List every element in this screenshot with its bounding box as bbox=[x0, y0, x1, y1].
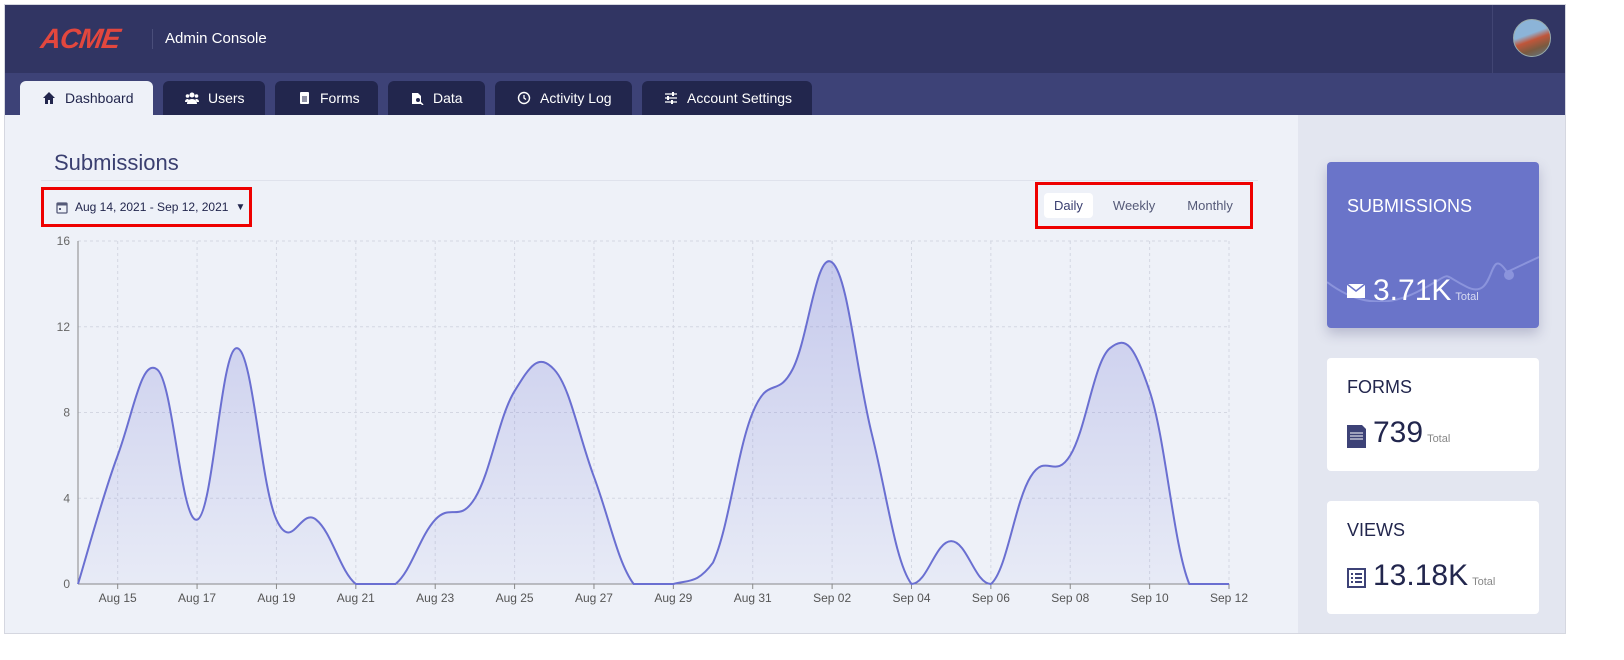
tab-label: Data bbox=[433, 90, 463, 106]
tab-label: Users bbox=[208, 90, 245, 106]
acme-logo[interactable]: ACME bbox=[39, 23, 122, 55]
card-title: SUBMISSIONS bbox=[1347, 196, 1473, 216]
submissions-chart: 0 4 8 12 16 Aug 15 Aug 17 Aug 19 Aug 21 Aug 23 Aug… bbox=[57, 234, 1249, 605]
tab-users[interactable]: Users bbox=[163, 81, 265, 115]
top-bar: ACME Admin Console bbox=[5, 5, 1565, 73]
tab-account-settings[interactable]: Account Settings bbox=[642, 81, 812, 115]
series-area bbox=[78, 261, 1229, 584]
x-tick-label: Aug 29 bbox=[654, 591, 692, 605]
tab-label: Forms bbox=[320, 90, 360, 106]
tab-bar: Dashboard Users Forms Data Activity Log … bbox=[5, 73, 1565, 115]
views-card[interactable]: VIEWS 13.18K Total bbox=[1327, 501, 1539, 614]
x-tick-label: Aug 27 bbox=[575, 591, 613, 605]
divider bbox=[152, 29, 153, 49]
date-range-value: Aug 14, 2021 - Sep 12, 2021 bbox=[75, 200, 229, 214]
calendar-icon bbox=[56, 201, 68, 214]
card-value: 13.18K bbox=[1373, 559, 1469, 592]
x-tick-label: Aug 15 bbox=[99, 591, 137, 605]
card-value: 739 bbox=[1373, 416, 1424, 449]
page-title: Submissions bbox=[54, 150, 179, 175]
tab-label: Account Settings bbox=[687, 90, 793, 106]
tab-dashboard[interactable]: Dashboard bbox=[20, 81, 153, 115]
app-window: ACME Admin Console Dashboard Users Forms… bbox=[4, 4, 1566, 634]
submissions-card[interactable]: SUBMISSIONS 3.71K Total bbox=[1327, 162, 1539, 328]
period-daily-button[interactable]: Daily bbox=[1044, 193, 1093, 218]
period-toggle: Daily Weekly Monthly bbox=[1035, 182, 1253, 229]
x-tick-label: Aug 23 bbox=[416, 591, 454, 605]
stats-sidebar: SUBMISSIONS 3.71K Total FORMS 739 Total VI… bbox=[1298, 115, 1565, 633]
card-suffix: Total bbox=[1472, 576, 1496, 588]
tab-data[interactable]: Data bbox=[388, 81, 485, 115]
document-icon bbox=[1347, 425, 1366, 448]
data-icon bbox=[412, 93, 424, 105]
app-title: Admin Console bbox=[165, 30, 267, 47]
card-suffix: Total bbox=[1427, 433, 1451, 445]
sliders-icon bbox=[665, 92, 677, 104]
period-weekly-button[interactable]: Weekly bbox=[1103, 193, 1165, 218]
x-tick-label: Sep 12 bbox=[1210, 591, 1248, 605]
avatar[interactable] bbox=[1513, 19, 1551, 57]
users-icon bbox=[185, 92, 199, 104]
forms-icon bbox=[300, 92, 309, 104]
y-tick-label: 16 bbox=[57, 234, 71, 248]
tab-label: Dashboard bbox=[65, 90, 134, 106]
x-tick-label: Sep 08 bbox=[1051, 591, 1089, 605]
divider bbox=[41, 180, 1258, 181]
x-tick-label: Aug 21 bbox=[337, 591, 375, 605]
envelope-icon bbox=[1347, 284, 1365, 298]
tab-forms[interactable]: Forms bbox=[275, 81, 378, 115]
tab-activity-log[interactable]: Activity Log bbox=[495, 81, 632, 115]
divider bbox=[1492, 5, 1493, 73]
x-tick-label: Sep 04 bbox=[892, 591, 930, 605]
card-value: 3.71K bbox=[1373, 274, 1452, 307]
caret-down-icon: ▼ bbox=[235, 201, 246, 213]
x-tick-label: Aug 17 bbox=[178, 591, 216, 605]
home-icon bbox=[43, 92, 55, 104]
y-tick-label: 8 bbox=[63, 406, 70, 420]
list-icon bbox=[1347, 568, 1366, 588]
x-tick-label: Aug 31 bbox=[734, 591, 772, 605]
x-tick-label: Sep 02 bbox=[813, 591, 851, 605]
forms-card[interactable]: FORMS 739 Total bbox=[1327, 358, 1539, 471]
history-icon bbox=[517, 91, 531, 105]
y-tick-label: 4 bbox=[63, 491, 70, 505]
tab-label: Activity Log bbox=[540, 90, 612, 106]
card-suffix: Total bbox=[1455, 291, 1479, 303]
x-tick-label: Sep 06 bbox=[972, 591, 1010, 605]
date-range-picker[interactable]: Aug 14, 2021 - Sep 12, 2021 ▼ bbox=[41, 187, 252, 227]
card-title: FORMS bbox=[1347, 377, 1412, 397]
x-tick-label: Sep 10 bbox=[1131, 591, 1169, 605]
y-tick-label: 0 bbox=[63, 577, 70, 591]
period-monthly-button[interactable]: Monthly bbox=[1177, 193, 1243, 218]
x-tick-label: Aug 25 bbox=[496, 591, 534, 605]
x-tick-label: Aug 19 bbox=[257, 591, 295, 605]
card-title: VIEWS bbox=[1347, 520, 1406, 540]
y-tick-label: 12 bbox=[57, 320, 71, 334]
